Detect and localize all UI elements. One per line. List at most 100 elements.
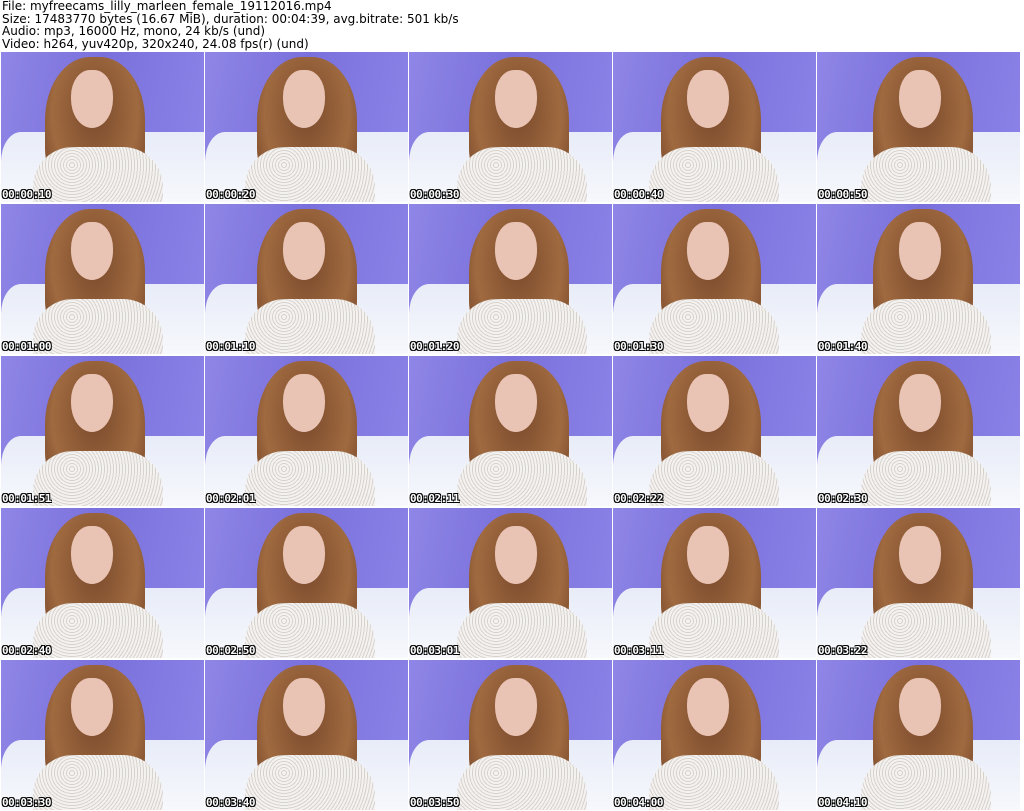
person-face — [899, 222, 941, 280]
person-face — [495, 526, 537, 584]
timestamp: 00:00:40 — [614, 188, 663, 201]
person-face — [71, 222, 113, 280]
timestamp: 00:01:00 — [2, 340, 51, 353]
timestamp: 00:02:01 — [206, 492, 255, 505]
person-face — [687, 222, 729, 280]
person-face — [283, 70, 325, 128]
timestamp: 00:02:50 — [206, 644, 255, 657]
person-face — [71, 526, 113, 584]
person-body — [457, 147, 587, 202]
person-body — [649, 147, 779, 202]
person-body — [861, 451, 991, 506]
person-body — [33, 299, 163, 354]
person-face — [495, 678, 537, 736]
video-thumbnail: 00:00:20 — [205, 52, 408, 202]
person-body — [33, 451, 163, 506]
video-thumbnail: 00:01:10 — [205, 204, 408, 354]
video-thumbnail: 00:03:11 — [613, 508, 816, 658]
video-thumbnail: 00:01:20 — [409, 204, 612, 354]
person-face — [687, 374, 729, 432]
video-thumbnail: 00:02:30 — [817, 356, 1020, 506]
person-body — [457, 755, 587, 810]
person-body — [649, 755, 779, 810]
timestamp: 00:01:30 — [614, 340, 663, 353]
timestamp: 00:00:10 — [2, 188, 51, 201]
person-body — [245, 147, 375, 202]
audio-info: Audio: mp3, 16000 Hz, mono, 24 kb/s (und… — [2, 24, 266, 38]
video-thumbnail: 00:03:22 — [817, 508, 1020, 658]
person-face — [283, 222, 325, 280]
video-thumbnail: 00:01:00 — [1, 204, 204, 354]
person-face — [899, 374, 941, 432]
thumbnail-grid: 00:00:10 00:00:20 00:00:30 00:00:40 00:00:50… — [1, 52, 1020, 810]
video-thumbnail: 00:00:40 — [613, 52, 816, 202]
file-info-header: File: myfreecams_lilly_marleen_female_19… — [2, 0, 459, 50]
video-thumbnail: 00:03:50 — [409, 660, 612, 810]
person-body — [649, 451, 779, 506]
video-thumbnail: 00:02:01 — [205, 356, 408, 506]
timestamp: 00:02:30 — [818, 492, 867, 505]
video-info: Video: h264, yuv420p, 320x240, 24.08 fps… — [2, 36, 309, 51]
video-thumbnail: 00:03:01 — [409, 508, 612, 658]
person-body — [861, 755, 991, 810]
person-body — [457, 451, 587, 506]
timestamp: 00:04:10 — [818, 796, 867, 809]
timestamp: 00:03:22 — [818, 644, 867, 657]
person-body — [245, 603, 375, 658]
person-face — [687, 678, 729, 736]
video-thumbnail: 00:04:10 — [817, 660, 1020, 810]
person-face — [687, 526, 729, 584]
timestamp: 00:00:30 — [410, 188, 459, 201]
person-face — [687, 70, 729, 128]
person-face — [71, 678, 113, 736]
person-body — [457, 299, 587, 354]
person-body — [245, 755, 375, 810]
person-body — [33, 755, 163, 810]
person-face — [71, 374, 113, 432]
video-thumbnail: 00:02:50 — [205, 508, 408, 658]
video-thumbnail: 00:02:11 — [409, 356, 612, 506]
video-thumbnail: 00:02:22 — [613, 356, 816, 506]
timestamp: 00:03:50 — [410, 796, 459, 809]
person-body — [33, 147, 163, 202]
timestamp: 00:02:22 — [614, 492, 663, 505]
person-body — [245, 299, 375, 354]
timestamp: 00:04:00 — [614, 796, 663, 809]
timestamp: 00:01:51 — [2, 492, 51, 505]
file-name: File: myfreecams_lilly_marleen_female_19… — [2, 0, 332, 13]
timestamp: 00:02:11 — [410, 492, 459, 505]
person-body — [649, 603, 779, 658]
timestamp: 00:02:40 — [2, 644, 51, 657]
video-thumbnail: 00:04:00 — [613, 660, 816, 810]
person-body — [245, 451, 375, 506]
person-body — [457, 603, 587, 658]
person-body — [649, 299, 779, 354]
timestamp: 00:03:11 — [614, 644, 663, 657]
person-face — [283, 678, 325, 736]
video-thumbnail: 00:03:40 — [205, 660, 408, 810]
video-thumbnail: 00:00:30 — [409, 52, 612, 202]
person-face — [495, 374, 537, 432]
person-face — [899, 70, 941, 128]
timestamp: 00:01:40 — [818, 340, 867, 353]
person-face — [899, 678, 941, 736]
person-face — [899, 526, 941, 584]
person-body — [861, 299, 991, 354]
timestamp: 00:00:50 — [818, 188, 867, 201]
timestamp: 00:01:10 — [206, 340, 255, 353]
person-face — [283, 374, 325, 432]
video-thumbnail: 00:01:40 — [817, 204, 1020, 354]
timestamp: 00:01:20 — [410, 340, 459, 353]
person-face — [495, 70, 537, 128]
video-thumbnail: 00:03:30 — [1, 660, 204, 810]
person-body — [861, 603, 991, 658]
person-face — [283, 526, 325, 584]
video-thumbnail: 00:00:50 — [817, 52, 1020, 202]
person-body — [33, 603, 163, 658]
person-face — [71, 70, 113, 128]
video-thumbnail: 00:00:10 — [1, 52, 204, 202]
timestamp: 00:03:30 — [2, 796, 51, 809]
video-thumbnail: 00:01:30 — [613, 204, 816, 354]
timestamp: 00:03:01 — [410, 644, 459, 657]
timestamp: 00:03:40 — [206, 796, 255, 809]
